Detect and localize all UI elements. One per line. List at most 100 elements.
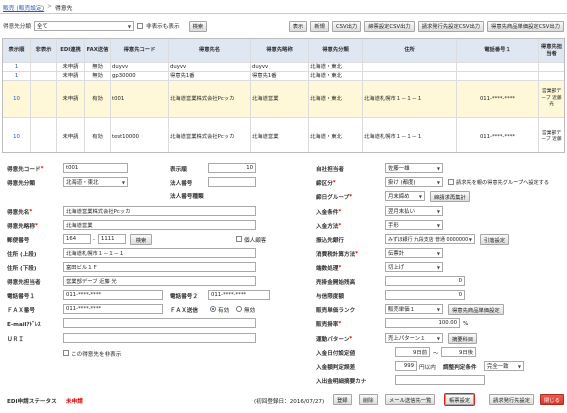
recalc-button[interactable]: 締請求再集計 <box>430 191 470 202</box>
col-header[interactable]: 得意先分類 <box>309 39 363 62</box>
round-select[interactable]: 切上げ ▼ <box>385 262 443 272</box>
col-header[interactable]: 住所 <box>363 39 457 62</box>
col-header[interactable]: 電話番号１ <box>457 39 539 62</box>
order-label: 表示順 <box>170 166 187 173</box>
col-header[interactable]: 得意先コード <box>111 39 169 62</box>
required-mark: * <box>40 165 44 172</box>
col-header[interactable]: 得意先担当者 <box>539 39 564 62</box>
url-input[interactable] <box>63 333 256 343</box>
personal-checkbox[interactable] <box>236 236 242 242</box>
billing-group-label: 請求先を親の得意先グループへ設定する <box>456 180 550 186</box>
debit-settings-button[interactable]: 引落設定 <box>480 234 510 245</box>
tel1-input[interactable]: 011-****-**** <box>63 290 163 300</box>
sales-start-input[interactable]: 0 <box>385 276 465 286</box>
col-header[interactable]: 得意先名 <box>169 39 251 62</box>
cell-code: t001 <box>111 81 169 117</box>
search-button[interactable]: 検索 <box>188 20 208 32</box>
zip1-input[interactable]: 164 <box>63 234 91 244</box>
col-header[interactable]: 表示順 <box>3 39 31 62</box>
cell-tel: 011-****-**** <box>457 81 539 117</box>
fax-input[interactable]: 011-****-**** <box>63 304 163 314</box>
cell-order[interactable]: 1 <box>3 72 31 80</box>
register-button[interactable]: 登録 <box>333 394 352 405</box>
pattern-value: 売上パターン１ <box>388 336 426 342</box>
fee-condition-select[interactable]: 完全一致 ▼ <box>484 361 524 371</box>
col-header[interactable]: 非表示 <box>31 39 57 62</box>
due-to-input[interactable]: 9日後 <box>441 347 476 357</box>
display-button[interactable]: 表示 <box>288 20 308 32</box>
delete-button[interactable]: 削除 <box>359 394 378 405</box>
cell-order[interactable]: 10 <box>3 81 31 117</box>
cell-category: 北海道・東北 <box>309 81 363 117</box>
method-value: 手形 <box>388 223 399 229</box>
closing-label-text: 締区分 <box>316 180 333 187</box>
table-row[interactable]: 10 未申請 有効 test10000 北海道営業株式会社Pcッカ 北海道営業 … <box>3 118 564 152</box>
table-row[interactable]: 1 未申請 無効 gp30000 得意先1番 得意先1番 北海道・東北 <box>3 72 564 81</box>
terms-csv-export-button[interactable]: 締票設定CSV出力 <box>364 20 415 32</box>
customer-table: 表示順 非表示 EDI連携 FAX送信 得意先コード 得意先名 得意先略称 得意… <box>2 38 565 153</box>
due-from-input[interactable]: 9日前 <box>395 347 430 357</box>
fax-label: ＦＡＸ番号 <box>7 307 35 314</box>
chevron-down-icon: ▼ <box>436 165 440 171</box>
fee-input[interactable]: 999 <box>395 361 417 371</box>
cell-short: 得意先1番 <box>251 72 309 80</box>
csv-export-button[interactable]: CSV出力 <box>331 20 362 32</box>
breadcrumb-current: 得意先 <box>55 5 73 12</box>
report-settings-button[interactable]: 帳票設定 <box>443 393 476 406</box>
corp-no-input[interactable] <box>208 177 256 187</box>
hide-checkbox[interactable] <box>63 350 69 356</box>
email-input[interactable] <box>63 318 256 328</box>
tel2-input[interactable]: 011-****-**** <box>208 290 270 300</box>
code-input[interactable]: t001 <box>63 163 128 173</box>
add-button[interactable]: 新規 <box>310 20 329 32</box>
product-price-settings-button[interactable]: 得意先商品単価設定 <box>448 304 504 315</box>
cell-hidden <box>31 72 57 80</box>
mail-list-button[interactable]: メール送信先一覧 <box>385 394 436 405</box>
col-header[interactable]: FAX送信 <box>85 39 111 62</box>
product-price-csv-export-button[interactable]: 得意先商品単価設定CSV出力 <box>487 20 564 32</box>
order-input[interactable]: 10 <box>208 163 256 173</box>
method-select[interactable]: 手形 ▼ <box>385 220 443 230</box>
fax-on-radio[interactable] <box>210 306 216 312</box>
col-header[interactable]: EDI連携 <box>57 39 85 62</box>
fax-off-radio[interactable] <box>236 306 242 312</box>
billing-group-checkbox[interactable] <box>448 179 454 185</box>
sales-start-label: 売掛金開始残高 <box>316 279 356 286</box>
show-deleted-checkbox[interactable] <box>136 23 143 29</box>
col-header[interactable]: 得意先略称 <box>251 39 309 62</box>
bank-select[interactable]: みずほ銀行 九段支店 普通 0000000 ▼ <box>385 234 475 244</box>
cell-order[interactable]: 1 <box>3 63 31 71</box>
tax-calc-select[interactable]: 伝票計 ▼ <box>385 248 443 258</box>
pattern-select[interactable]: 売上パターン１ ▼ <box>385 333 443 343</box>
close-button[interactable]: 閉じる <box>540 394 564 405</box>
zip2-input[interactable]: 1111 <box>98 234 126 244</box>
sales-rate-input[interactable]: 100.00 <box>385 318 460 328</box>
address1-input[interactable]: 北海道札幌市１－１－１ <box>63 248 256 258</box>
table-row[interactable]: 1 未申請 無効 duyvv duyvv duyvv 北海道・東北 <box>3 63 564 72</box>
cell-address <box>363 63 457 71</box>
staff-input[interactable]: 営業部デーブ 近藤 光 <box>63 276 256 286</box>
address2-input[interactable]: 富田ビル１Ｆ <box>63 262 256 272</box>
delivery-csv-export-button[interactable]: 請求発行先設定CSV出力 <box>417 20 485 32</box>
table-row[interactable]: 10 未申請 有効 t001 北海道営業株式会社Pcッカ 北海道営業 北海道・東… <box>3 81 564 118</box>
fax-off-label: 無効 <box>244 307 256 314</box>
short-name-input[interactable]: 北海道営業 <box>63 220 256 230</box>
breadcrumb-root[interactable]: 販売 (販売設定) <box>3 3 44 12</box>
closing-select[interactable]: 掛け (都度) ▼ <box>385 177 443 187</box>
cell-fax: 無効 <box>85 72 111 80</box>
company-staff-select[interactable]: 佐藤一雄 ▼ <box>385 163 443 173</box>
summary-account-button[interactable]: 摘要科目 <box>448 333 478 344</box>
bank-kana-input[interactable] <box>395 375 485 385</box>
delivery-settings-button[interactable]: 請求発行先設定 <box>489 394 535 405</box>
category-select[interactable]: 北海道・東北 ▼ <box>63 177 128 187</box>
credit-input[interactable]: 0 <box>385 290 465 300</box>
category-filter-select[interactable]: 全て ▼ <box>33 21 134 31</box>
close-group-select[interactable]: 月末締め ▼ <box>385 191 425 201</box>
cell-staff <box>539 72 564 80</box>
cell-order[interactable]: 10 <box>3 118 31 152</box>
payment-select[interactable]: 翌月末払い ▼ <box>385 206 443 216</box>
zip-search-button[interactable]: 検索 <box>130 234 152 245</box>
name-input[interactable]: 北海道営業株式会社Pcッカ <box>63 206 256 216</box>
chevron-down-icon: ▼ <box>436 264 440 270</box>
price-rank-select[interactable]: 販売単価１ ▼ <box>385 304 443 314</box>
